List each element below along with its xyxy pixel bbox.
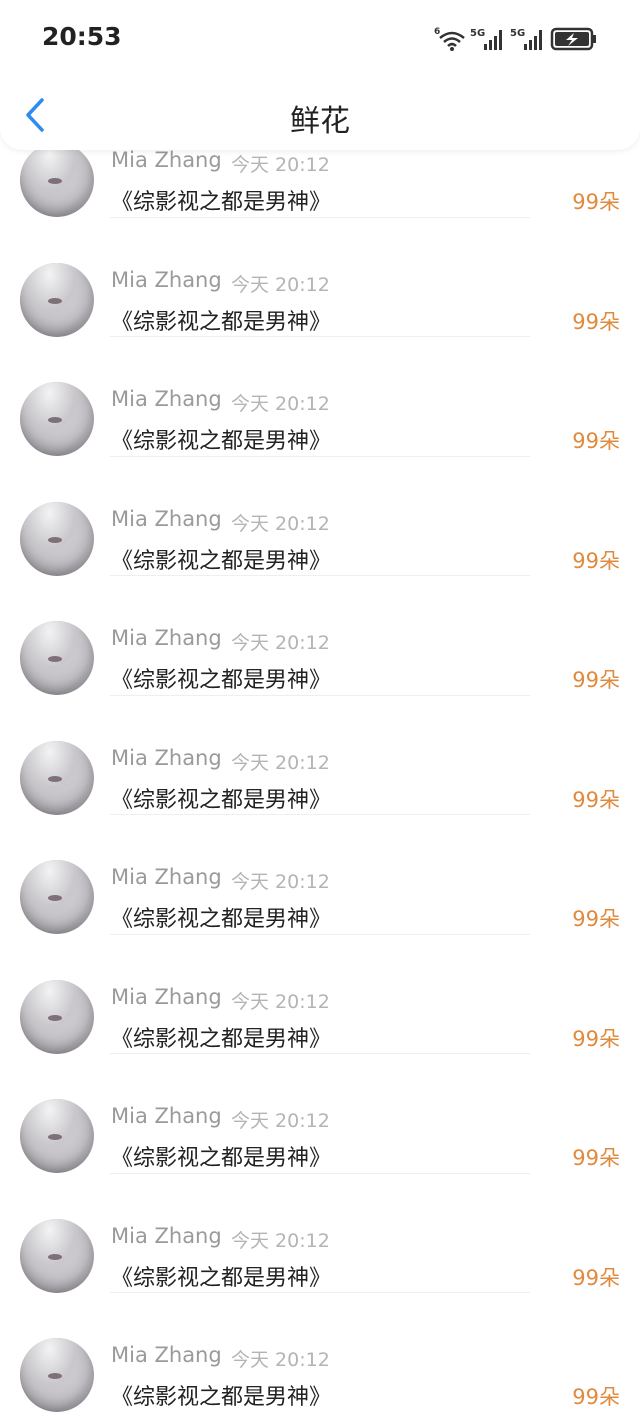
book-title: 《综影视之都是男神》 (111, 1265, 332, 1291)
user-name: Mia Zhang (111, 1223, 222, 1248)
flower-list: Mia Zhang 今天 20:12 《综影视之都是男神》 99朵 Mia Zh… (0, 98, 640, 1413)
status-time: 20:53 (42, 22, 122, 51)
avatar[interactable] (20, 621, 94, 695)
timestamp: 今天 20:12 (231, 154, 330, 176)
list-item[interactable]: Mia Zhang 今天 20:12 《综影视之都是男神》 99朵 (0, 1293, 640, 1413)
app-header: 20:53 6 5G 5G 鲜花 (0, 0, 640, 150)
book-title: 《综影视之都是男神》 (111, 429, 332, 454)
timestamp: 今天 20:12 (231, 273, 330, 296)
battery-icon (550, 27, 596, 51)
flower-count: 99朵 (572, 429, 620, 453)
timestamp: 今天 20:12 (231, 751, 330, 774)
flower-count: 99朵 (572, 309, 620, 334)
avatar[interactable] (20, 740, 94, 815)
user-name: Mia Zhang (111, 148, 222, 172)
book-title: 《综影视之都是男神》 (111, 309, 332, 335)
user-name: Mia Zhang (111, 745, 222, 770)
status-icons-svg: 6 5G 5G (434, 27, 596, 51)
timestamp: 今天 20:12 (231, 1349, 330, 1371)
flower-count: 99朵 (572, 190, 620, 214)
timestamp: 今天 20:12 (231, 990, 330, 1013)
flower-count: 99朵 (572, 1265, 620, 1290)
list-item[interactable]: Mia Zhang 今天 20:12 《综影视之都是男神》 99朵 (0, 337, 640, 457)
timestamp: 今天 20:12 (231, 632, 330, 654)
signal-icon-2: 5G (510, 28, 542, 50)
avatar[interactable] (20, 501, 94, 576)
signal-label-2: 5G (510, 28, 525, 39)
signal-label-1: 5G (470, 28, 485, 39)
timestamp: 今天 20:12 (231, 512, 330, 535)
user-name: Mia Zhang (111, 626, 222, 650)
avatar[interactable] (20, 1099, 94, 1173)
avatar[interactable] (20, 979, 94, 1054)
list-item[interactable]: Mia Zhang 今天 20:12 《综影视之都是男神》 99朵 (0, 457, 640, 576)
user-name: Mia Zhang (111, 865, 222, 889)
flower-count: 99朵 (572, 907, 620, 931)
book-title: 《综影视之都是男神》 (111, 787, 332, 813)
list-item[interactable]: Mia Zhang 今天 20:12 《综影视之都是男神》 99朵 (0, 576, 640, 696)
flower-count: 99朵 (572, 668, 620, 692)
book-title: 《综影视之都是男神》 (111, 1026, 332, 1052)
timestamp: 今天 20:12 (231, 393, 330, 415)
list-item[interactable]: Mia Zhang 今天 20:12 《综影视之都是男神》 99朵 (0, 935, 640, 1054)
timestamp: 今天 20:12 (231, 871, 330, 893)
user-name: Mia Zhang (111, 1343, 222, 1367)
user-name: Mia Zhang (111, 984, 222, 1009)
list-item[interactable]: Mia Zhang 今天 20:12 《综影视之都是男神》 99朵 (0, 1174, 640, 1293)
timestamp: 今天 20:12 (231, 1110, 330, 1132)
timestamp: 今天 20:12 (231, 1229, 330, 1252)
wifi-icon: 6 (434, 27, 465, 51)
list-item[interactable]: Mia Zhang 今天 20:12 《综影视之都是男神》 99朵 (0, 696, 640, 815)
flower-count: 99朵 (572, 787, 620, 812)
signal-icon-1: 5G (470, 28, 502, 50)
list-item[interactable]: Mia Zhang 今天 20:12 《综影视之都是男神》 99朵 (0, 218, 640, 337)
book-title: 《综影视之都是男神》 (111, 1385, 332, 1410)
flower-count: 99朵 (572, 1385, 620, 1409)
user-name: Mia Zhang (111, 506, 222, 531)
flower-count: 99朵 (572, 1146, 620, 1170)
book-title: 《综影视之都是男神》 (111, 190, 332, 215)
user-name: Mia Zhang (111, 387, 222, 411)
avatar[interactable] (20, 262, 94, 337)
avatar[interactable] (20, 1218, 94, 1293)
page-title: 鲜花 (290, 104, 350, 139)
book-title: 《综影视之都是男神》 (111, 1146, 332, 1171)
book-title: 《综影视之都是男神》 (111, 548, 332, 574)
status-icons: 6 5G 5G (434, 24, 600, 54)
book-title: 《综影视之都是男神》 (111, 668, 332, 693)
book-title: 《综影视之都是男神》 (111, 907, 332, 932)
flower-count: 99朵 (572, 1026, 620, 1051)
wifi-label: 6 (434, 27, 440, 37)
user-name: Mia Zhang (111, 267, 222, 292)
avatar[interactable] (20, 860, 94, 934)
avatar[interactable] (20, 382, 94, 456)
list-item[interactable]: Mia Zhang 今天 20:12 《综影视之都是男神》 99朵 (0, 815, 640, 935)
list-item[interactable]: Mia Zhang 今天 20:12 《综影视之都是男神》 99朵 (0, 1054, 640, 1174)
avatar[interactable] (20, 143, 94, 217)
avatar[interactable] (20, 1338, 94, 1412)
flower-count: 99朵 (572, 548, 620, 573)
user-name: Mia Zhang (111, 1104, 222, 1128)
